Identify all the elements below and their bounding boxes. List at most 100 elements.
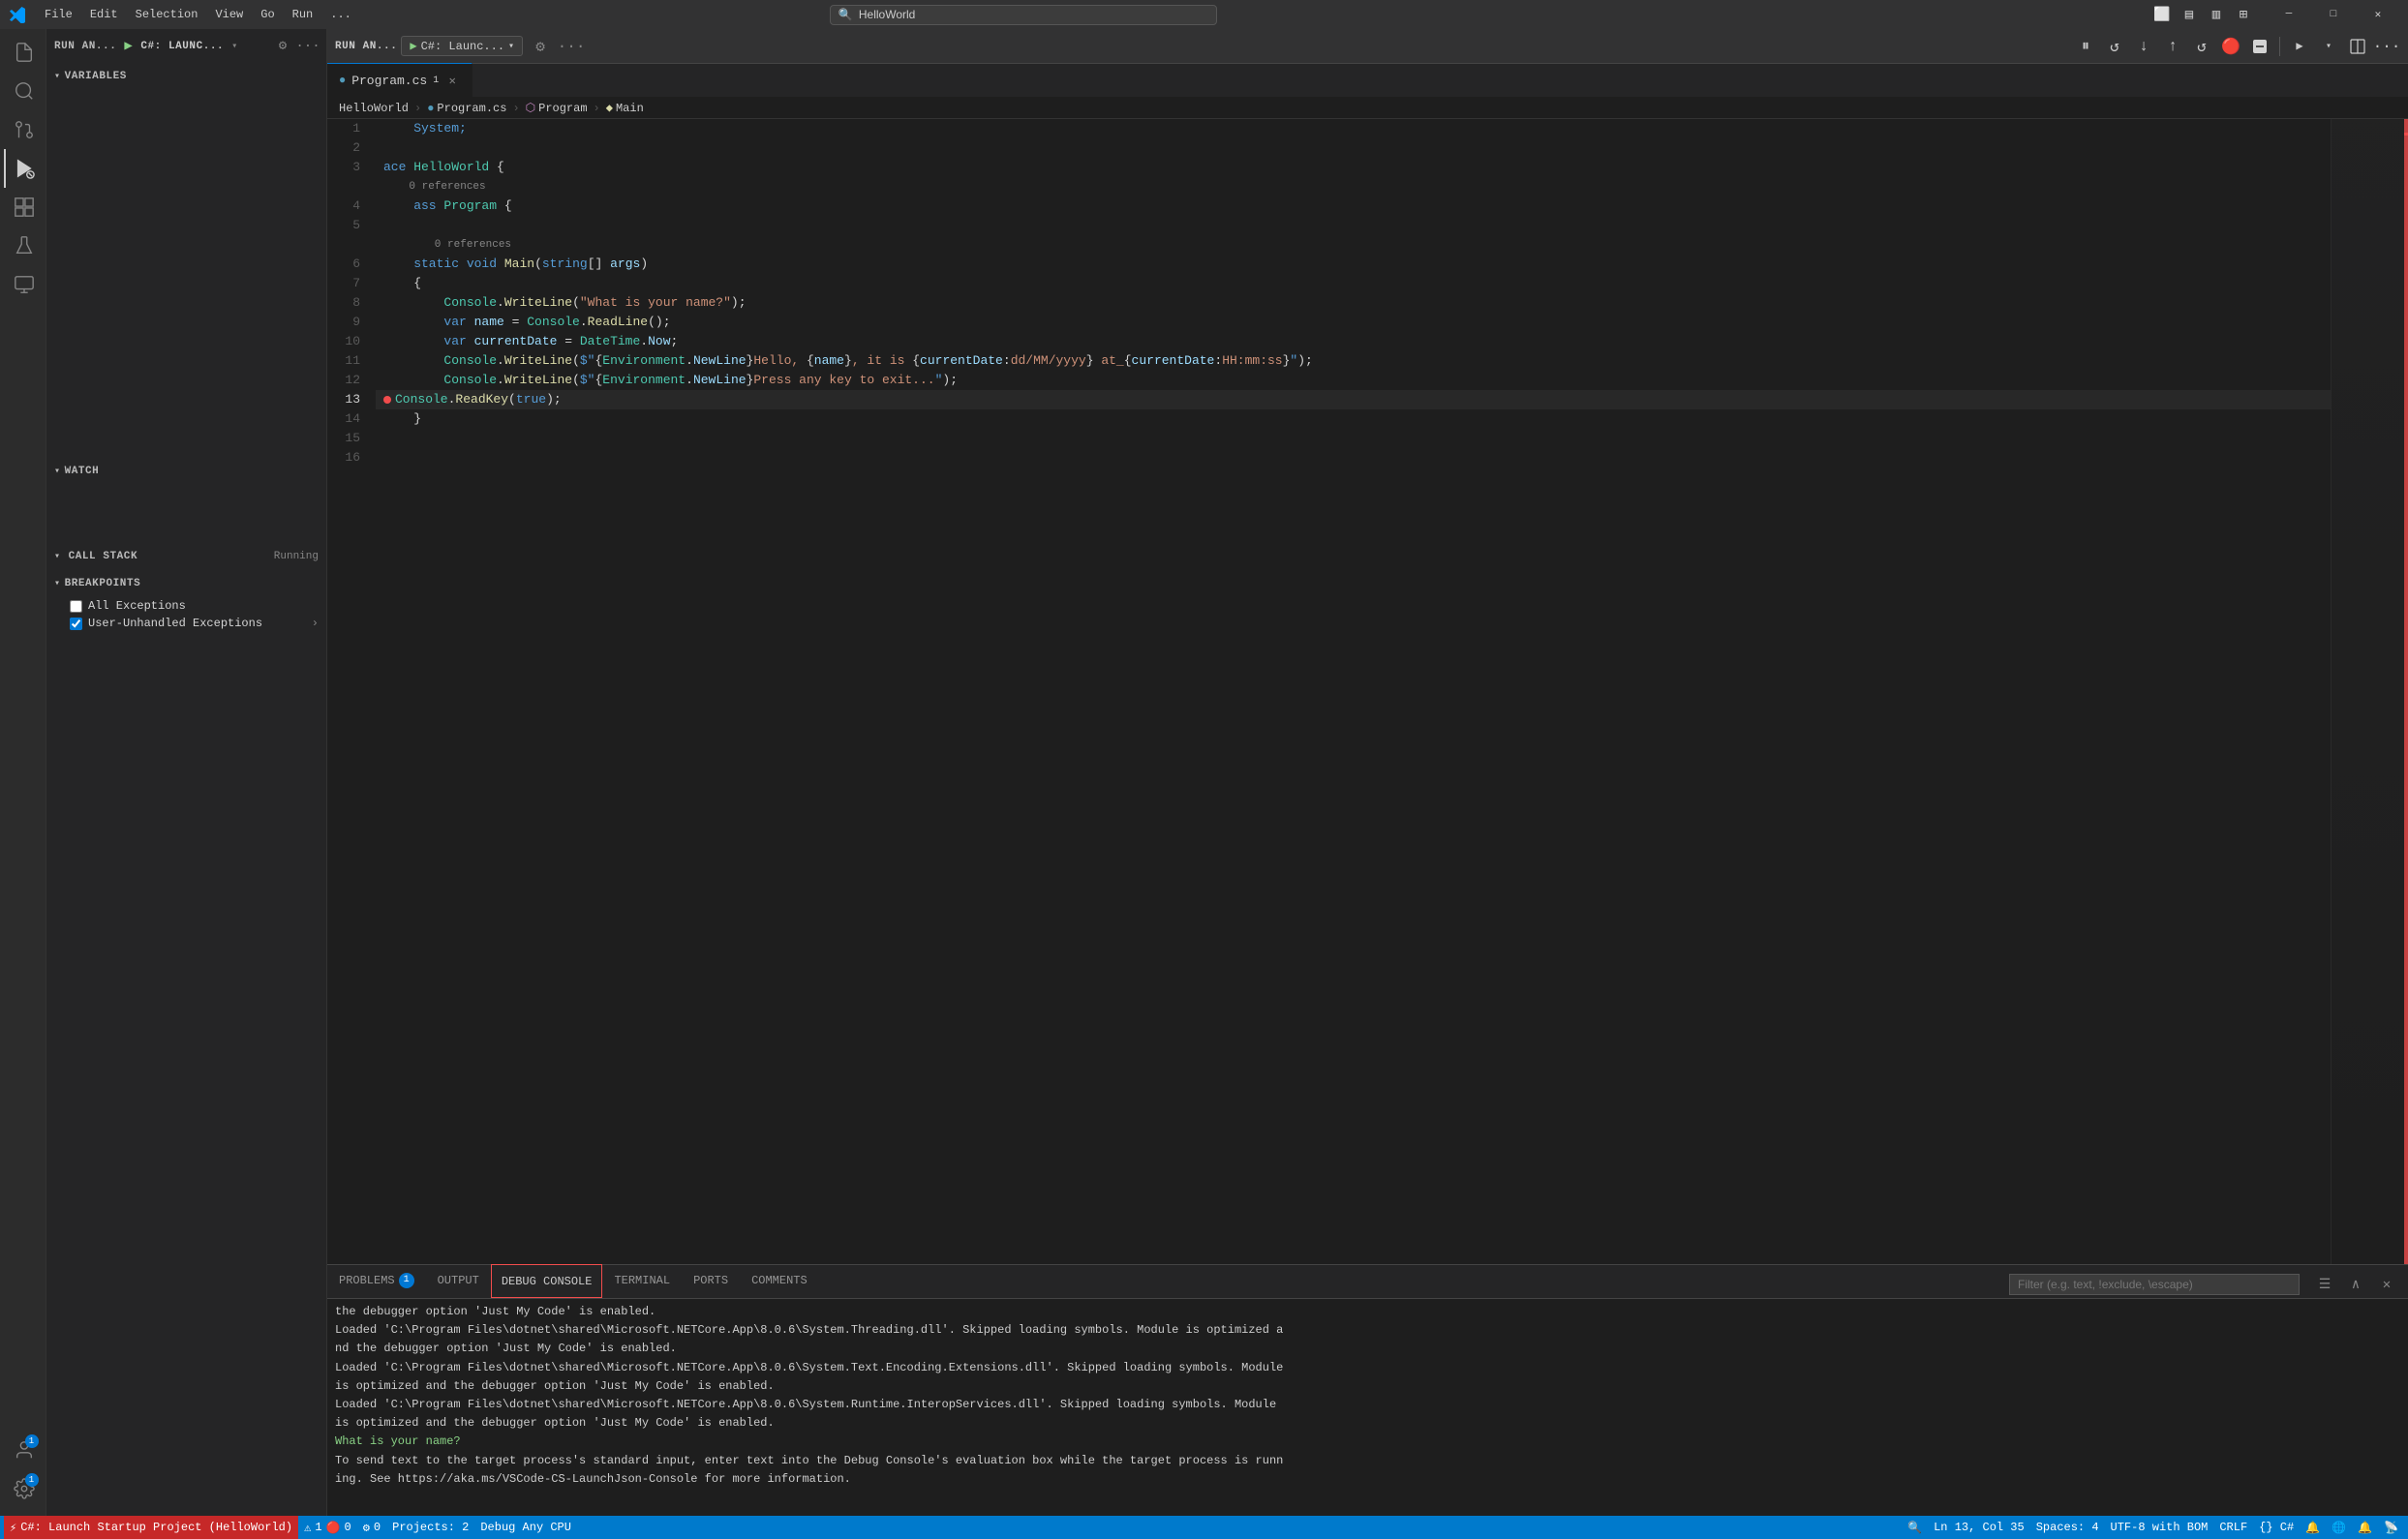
minimize-button[interactable]: ─ — [2267, 0, 2311, 29]
activity-run-debug[interactable] — [4, 149, 43, 188]
activity-settings[interactable]: 1 — [4, 1469, 43, 1508]
debug-play-icon[interactable]: ▶ — [124, 38, 133, 54]
debug-more-button[interactable]: ··· — [558, 33, 585, 60]
variables-section-header[interactable]: ▾ VARIABLES — [46, 63, 326, 90]
status-remote[interactable]: 🌐 — [2326, 1521, 2352, 1535]
status-bar: ⚡ C#: Launch Startup Project (HelloWorld… — [0, 1516, 2408, 1539]
status-encoding[interactable]: UTF-8 with BOM — [2105, 1521, 2214, 1534]
layout-panel-icon[interactable]: ▥ — [2207, 5, 2226, 24]
code-line-12[interactable]: Console.WriteLine($"{Environment.NewLine… — [376, 371, 2331, 390]
debug-step-into-button[interactable]: ↑ — [2159, 33, 2186, 60]
activity-search[interactable] — [4, 72, 43, 110]
status-info[interactable]: ⚙ 0 — [357, 1516, 386, 1539]
code-line-2[interactable] — [376, 138, 2331, 158]
breadcrumb-program-cs[interactable]: ● Program.cs — [427, 102, 506, 115]
run-without-debug-button[interactable]: ▶ — [2286, 33, 2313, 60]
debug-config-dropdown[interactable]: C#: Launc... — [140, 41, 224, 52]
debug-breakpoints-button[interactable] — [2246, 33, 2273, 60]
menu-selection[interactable]: Selection — [128, 6, 206, 23]
activity-source-control[interactable] — [4, 110, 43, 149]
user-unhandled-expand[interactable]: › — [312, 617, 319, 630]
debug-step-out-button[interactable]: ↺ — [2188, 33, 2215, 60]
menu-edit[interactable]: Edit — [82, 6, 126, 23]
tab-close-button[interactable]: ✕ — [444, 73, 460, 88]
console-filter[interactable] — [2009, 1274, 2300, 1295]
code-line-16[interactable] — [376, 448, 2331, 468]
menu-go[interactable]: Go — [253, 6, 282, 23]
watch-section-header[interactable]: ▾ WATCH — [46, 458, 326, 485]
code-line-9[interactable]: var name = Console.ReadLine(); — [376, 313, 2331, 332]
title-search[interactable]: 🔍 — [830, 5, 1217, 25]
breadcrumb-program[interactable]: ⬡ Program — [526, 101, 588, 115]
problems-tab[interactable]: PROBLEMS 1 — [327, 1264, 426, 1298]
status-notification[interactable]: 🔔 — [2352, 1521, 2378, 1535]
call-stack-header[interactable]: ▾ CALL STACK Running — [46, 543, 326, 570]
search-input[interactable] — [859, 8, 1208, 21]
status-eol[interactable]: CRLF — [2213, 1521, 2253, 1534]
status-language[interactable]: {} C# — [2253, 1521, 2300, 1534]
menu-file[interactable]: File — [37, 6, 80, 23]
run-dropdown-button[interactable]: ▾ — [2315, 33, 2342, 60]
breadcrumb-main[interactable]: ◆ Main — [606, 101, 644, 115]
terminal-tab[interactable]: TERMINAL — [602, 1264, 682, 1298]
comments-tab[interactable]: COMMENTS — [740, 1264, 819, 1298]
filter-input[interactable] — [2018, 1278, 2291, 1291]
more-panel-button[interactable]: ··· — [2373, 33, 2400, 60]
panel-minimize-button[interactable]: ∧ — [2342, 1271, 2369, 1298]
code-line-13[interactable]: Console.ReadKey(true); — [376, 390, 2331, 409]
debug-restart-button[interactable]: ↺ — [2101, 33, 2128, 60]
code-line-5[interactable] — [376, 216, 2331, 235]
code-line-15[interactable] — [376, 429, 2331, 448]
more-options-button[interactable]: ··· — [297, 36, 319, 57]
status-search[interactable]: 🔍 — [1902, 1521, 1928, 1535]
menu-view[interactable]: View — [207, 6, 251, 23]
layout-icon[interactable]: ⬜ — [2152, 5, 2172, 24]
code-line-6[interactable]: static void Main(string[] args) — [376, 255, 2331, 274]
layout-sidebar-icon[interactable]: ▤ — [2179, 5, 2199, 24]
code-line-11[interactable]: Console.WriteLine($"{Environment.NewLine… — [376, 351, 2331, 371]
ports-tab[interactable]: PORTS — [682, 1264, 740, 1298]
debug-gear-button[interactable]: ⚙ — [527, 33, 554, 60]
code-line-7[interactable]: { — [376, 274, 2331, 293]
split-editor-button[interactable] — [2344, 33, 2371, 60]
panel-list-view-button[interactable]: ☰ — [2311, 1271, 2338, 1298]
status-projects[interactable]: Projects: 2 — [386, 1516, 474, 1539]
activity-accounts[interactable]: 1 — [4, 1431, 43, 1469]
user-unhandled-checkbox[interactable] — [70, 618, 82, 630]
status-cpu[interactable]: Debug Any CPU — [474, 1516, 577, 1539]
activity-remote[interactable] — [4, 265, 43, 304]
status-position[interactable]: Ln 13, Col 35 — [1928, 1521, 2030, 1534]
code-line-1[interactable]: System; — [376, 119, 2331, 138]
code-line-10[interactable]: var currentDate = DateTime.Now; — [376, 332, 2331, 351]
status-bell[interactable]: 🔔 — [2300, 1521, 2326, 1535]
activity-explorer[interactable] — [4, 33, 43, 72]
settings-gear-button[interactable]: ⚙ — [272, 36, 293, 57]
debug-stop-button[interactable]: 🔴 — [2217, 33, 2244, 60]
debug-step-over-button[interactable]: ↓ — [2130, 33, 2157, 60]
code-line-3[interactable]: ace HelloWorld { — [376, 158, 2331, 177]
code-line-8[interactable]: Console.WriteLine("What is your name?"); — [376, 293, 2331, 313]
activity-extensions[interactable] — [4, 188, 43, 226]
editor-tab-program-cs[interactable]: ● Program.cs 1 ✕ — [327, 63, 472, 97]
code-line-14[interactable]: } — [376, 409, 2331, 429]
panel-close-button[interactable]: ✕ — [2373, 1271, 2400, 1298]
code-line-4[interactable]: ass Program { — [376, 196, 2331, 216]
breakpoints-header[interactable]: ▾ BREAKPOINTS — [46, 570, 326, 597]
close-button[interactable]: ✕ — [2356, 0, 2400, 29]
menu-run[interactable]: Run — [285, 6, 321, 23]
status-errors[interactable]: ⚠ 1 🔴 0 — [298, 1516, 357, 1539]
debug-pause-button[interactable]: ⏸ — [2072, 33, 2099, 60]
all-exceptions-checkbox[interactable] — [70, 600, 82, 613]
status-spaces[interactable]: Spaces: 4 — [2030, 1521, 2105, 1534]
output-tab[interactable]: OUTPUT — [426, 1264, 491, 1298]
menu-more[interactable]: ... — [322, 6, 359, 23]
status-broadcast[interactable]: 📡 — [2378, 1521, 2404, 1535]
debug-console-tab[interactable]: DEBUG CONSOLE — [491, 1264, 603, 1298]
activity-testing[interactable] — [4, 226, 43, 265]
layout-multi-icon[interactable]: ⊞ — [2234, 5, 2253, 24]
restore-button[interactable]: □ — [2311, 0, 2356, 29]
status-debug-branch[interactable]: ⚡ C#: Launch Startup Project (HelloWorld… — [4, 1516, 298, 1539]
breadcrumb-helloworld[interactable]: HelloWorld — [339, 102, 409, 115]
debug-config-button[interactable]: ▶ C#: Launc... — [401, 36, 523, 56]
code-content[interactable]: System; ace HelloWorld { 0 references as… — [376, 119, 2331, 1264]
